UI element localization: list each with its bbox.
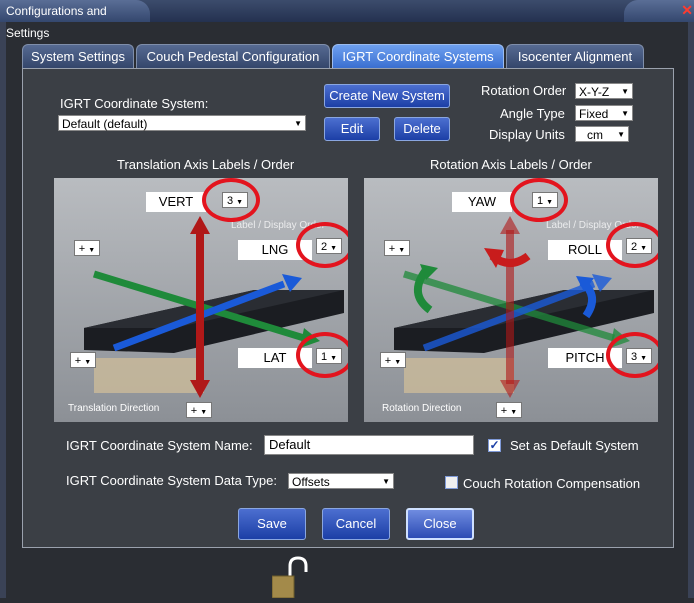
frame-left [0, 22, 6, 598]
create-new-system-button[interactable]: Create New System [324, 84, 450, 108]
title-bar: Configurations and Settings ✕ [0, 0, 694, 40]
display-units-label: Display Units [489, 127, 565, 142]
sign-value: + [384, 355, 392, 367]
frame-right [688, 22, 694, 598]
display-units-value: cm [587, 128, 603, 142]
unlock-icon[interactable] [271, 556, 312, 599]
sign-value: + [388, 243, 396, 255]
vert-label-box[interactable]: VERT [146, 192, 206, 212]
window-title: Configurations and Settings [0, 0, 150, 40]
default-system-label: Set as Default System [510, 438, 639, 453]
rotation-heading: Rotation Axis Labels / Order [430, 157, 592, 172]
yaw-label-box[interactable]: YAW [452, 192, 512, 212]
tab-isocenter-alignment[interactable]: Isocenter Alignment [506, 44, 644, 68]
pitch-order-highlight [606, 332, 658, 378]
chevron-down-icon: ▼ [621, 87, 629, 96]
translation-direction-label: Translation Direction [68, 403, 160, 414]
angle-type-label: Angle Type [500, 106, 565, 121]
tab-couch-pedestal-configuration[interactable]: Couch Pedestal Configuration [136, 44, 330, 68]
chevron-down-icon: ▼ [84, 359, 92, 366]
data-type-label: IGRT Coordinate System Data Type: [66, 473, 277, 488]
coordinate-system-value: Default (default) [62, 117, 148, 131]
tab-system-settings[interactable]: System Settings [22, 44, 134, 68]
translation-sign-select-2[interactable]: + ▼ [70, 352, 96, 368]
data-type-select[interactable]: Offsets ▼ [288, 473, 394, 489]
edit-button[interactable]: Edit [324, 117, 380, 141]
sign-value: + [500, 405, 508, 417]
angle-type-select[interactable]: Fixed ▼ [575, 105, 633, 121]
translation-diagram: Label / Display Order VERT 3 ▼ LNG 2 ▼ L… [54, 178, 348, 422]
rotation-sign-select-3[interactable]: + ▼ [496, 402, 522, 418]
chevron-down-icon: ▼ [382, 477, 390, 486]
chevron-down-icon: ▼ [510, 409, 518, 416]
yaw-order-highlight [510, 178, 568, 222]
translation-heading: Translation Axis Labels / Order [117, 157, 295, 172]
close-button[interactable]: Close [406, 508, 474, 540]
display-units-select[interactable]: cm ▼ [575, 126, 629, 142]
rotation-order-label: Rotation Order [481, 83, 567, 98]
title-bar-right: ✕ [624, 0, 694, 22]
couch-rotation-compensation-label: Couch Rotation Compensation [463, 476, 641, 491]
translation-sign-select-1[interactable]: + ▼ [74, 240, 100, 256]
sign-value: + [78, 243, 86, 255]
rotation-order-value: X-Y-Z [579, 85, 610, 99]
sign-value: + [74, 355, 82, 367]
save-button[interactable]: Save [238, 508, 306, 540]
tab-igrt-coordinate-systems[interactable]: IGRT Coordinate Systems [332, 44, 504, 68]
chevron-down-icon: ▼ [398, 247, 406, 254]
lng-order-highlight [296, 222, 348, 268]
rotation-order-select[interactable]: X-Y-Z ▼ [575, 83, 633, 99]
data-type-value: Offsets [292, 475, 330, 489]
rotation-couch-illustration [394, 216, 654, 398]
rotation-diagram: Label / Display Order YAW 1 ▼ ROLL 2 ▼ P… [364, 178, 658, 422]
unlock-icon-graphic [271, 556, 308, 599]
system-name-input[interactable]: Default [264, 435, 474, 455]
rotation-sign-select-2[interactable]: + ▼ [380, 352, 406, 368]
translation-couch-illustration [84, 216, 344, 398]
close-window-icon[interactable]: ✕ [681, 3, 693, 17]
delete-button[interactable]: Delete [394, 117, 450, 141]
lat-order-highlight [296, 332, 348, 378]
rotation-sign-select-1[interactable]: + ▼ [384, 240, 410, 256]
cancel-button[interactable]: Cancel [322, 508, 390, 540]
chevron-down-icon: ▼ [621, 109, 629, 118]
chevron-down-icon: ▼ [200, 409, 208, 416]
angle-type-value: Fixed [579, 107, 609, 121]
chevron-down-icon: ▼ [617, 130, 625, 139]
couch-rotation-compensation-checkbox[interactable] [445, 476, 458, 489]
chevron-down-icon: ▼ [88, 247, 96, 254]
translation-sign-select-3[interactable]: + ▼ [186, 402, 212, 418]
sign-value: + [190, 405, 198, 417]
vert-order-highlight [202, 178, 260, 222]
system-name-label: IGRT Coordinate System Name: [66, 438, 253, 453]
default-system-checkbox[interactable]: ✓ [488, 439, 501, 452]
rotation-direction-label: Rotation Direction [382, 403, 462, 414]
chevron-down-icon: ▼ [294, 119, 302, 128]
roll-order-highlight [606, 222, 658, 268]
chevron-down-icon: ▼ [394, 359, 402, 366]
coordinate-system-label: IGRT Coordinate System: [60, 96, 209, 111]
coordinate-system-select[interactable]: Default (default) ▼ [58, 115, 306, 131]
